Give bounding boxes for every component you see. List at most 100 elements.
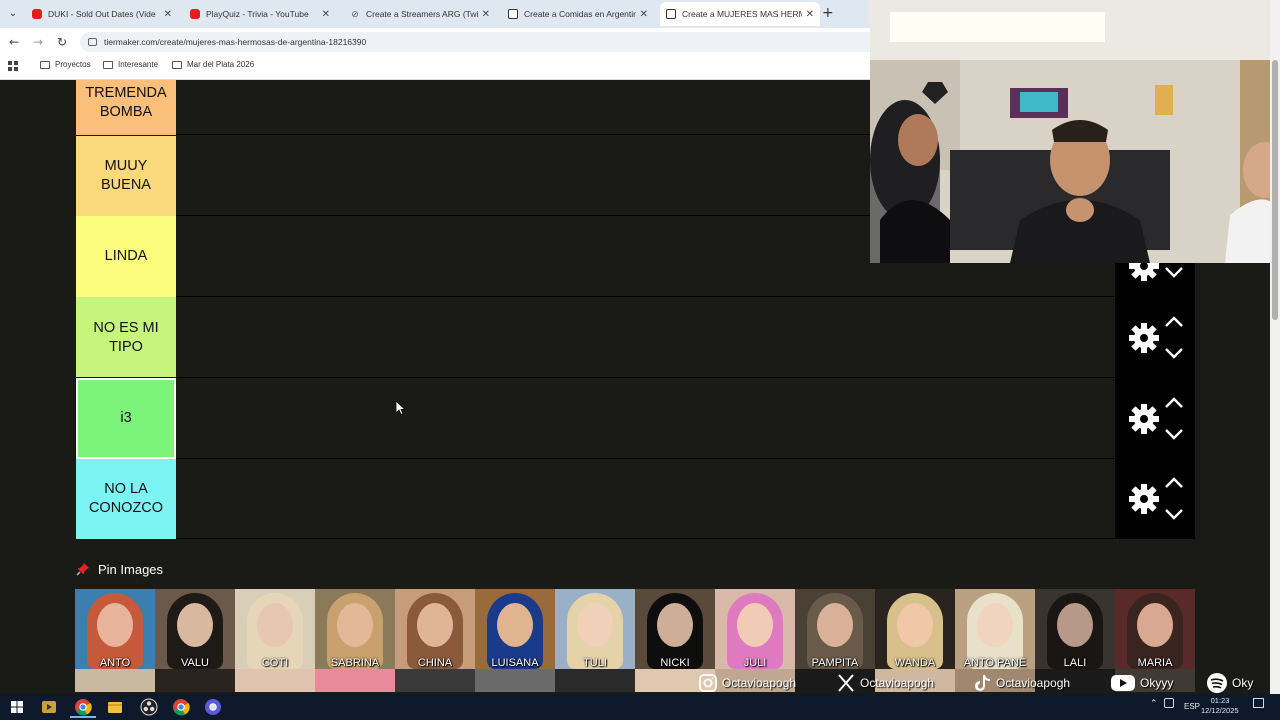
close-tab-icon[interactable]: ✕ [322, 9, 330, 20]
pin-image[interactable]: ANTO [75, 589, 155, 669]
tier-drop-zone[interactable] [176, 378, 1115, 459]
pin-image[interactable]: CHINA [395, 589, 475, 669]
portrait-face [97, 603, 133, 647]
pin-image[interactable] [315, 669, 395, 692]
pin-image-label: LUISANA [491, 657, 539, 669]
nav-bar: ← → ↻ tiermaker.com/create/mujeres-mas-h… [0, 28, 870, 56]
gear-icon[interactable] [1127, 482, 1161, 516]
pin-image[interactable] [75, 669, 155, 692]
active-app-indicator [70, 716, 96, 718]
pin-image[interactable]: SABRINA [315, 589, 395, 669]
pin-image-label: TULI [583, 657, 607, 669]
chevron-up-icon[interactable] [1163, 315, 1185, 329]
tier-label[interactable]: NO ES MI TIPO [76, 297, 176, 378]
chrome-profile-icon[interactable] [172, 698, 190, 716]
chevron-up-icon[interactable] [1163, 476, 1185, 490]
pin-image[interactable]: MARIA [1115, 589, 1195, 669]
tier-label[interactable]: i3 [75, 377, 177, 460]
pin-image[interactable]: LALI [1035, 589, 1115, 669]
browser-tab[interactable]: ⊘ Create a Streamers ARG (Twitch ✕ [344, 2, 496, 26]
new-tab-button[interactable]: + [822, 5, 834, 21]
tab-title: DUKI - Sold Out Dates (Vide [48, 9, 156, 19]
pin-image[interactable]: ANTO PANE [955, 589, 1035, 669]
url-text: tiermaker.com/create/mujeres-mas-hermosa… [104, 37, 367, 47]
forward-icon[interactable]: → [30, 34, 46, 50]
notifications-icon[interactable] [1253, 698, 1264, 708]
scrollbar-thumb[interactable] [1272, 60, 1278, 320]
close-tab-icon[interactable]: ✕ [164, 9, 172, 20]
tray-chevron-icon[interactable]: ⌃ [1150, 698, 1158, 709]
chevron-down-icon[interactable] [1163, 265, 1185, 279]
tier-label[interactable]: MUUY BUENA [76, 136, 176, 216]
social-youtube: Okyyy [1110, 672, 1173, 694]
language-indicator[interactable]: ESP [1184, 702, 1200, 711]
close-tab-icon[interactable]: ✕ [640, 9, 648, 20]
clock-date[interactable]: 12/12/2025 [1201, 706, 1239, 715]
chrome-canary-icon[interactable] [204, 698, 222, 716]
tiktok-icon [975, 675, 990, 691]
file-explorer-icon[interactable] [106, 698, 124, 716]
pin-image[interactable] [235, 669, 315, 692]
page-scrollbar[interactable] [1270, 0, 1280, 700]
portrait-face [977, 603, 1013, 647]
chevron-down-icon[interactable] [1163, 507, 1185, 521]
tier-label[interactable]: NO LA CONOZCO [76, 459, 176, 539]
close-tab-icon[interactable]: ✕ [806, 9, 814, 20]
chevron-down-icon[interactable] [1163, 346, 1185, 360]
close-tab-icon[interactable]: ✕ [482, 9, 490, 20]
tier-label[interactable]: LINDA [76, 216, 176, 297]
webcam-overlay [870, 0, 1275, 263]
windows-start-icon[interactable] [8, 698, 26, 716]
pin-image[interactable]: WANDA [875, 589, 955, 669]
site-info-icon[interactable] [88, 38, 97, 46]
pin-image[interactable]: VALU [155, 589, 235, 669]
pin-image[interactable] [395, 669, 475, 692]
browser-tab[interactable]: Create a MUJERES MAS HERMO ✕ [660, 2, 820, 26]
browser-tab[interactable]: Create a Comidas en Argentina ✕ [502, 2, 654, 26]
pin-image[interactable] [155, 669, 235, 692]
tab-search-chevron-icon[interactable]: ⌄ [4, 5, 22, 23]
mouse-cursor-icon [396, 401, 406, 415]
tier-label[interactable]: TREMENDA BOMBA [76, 80, 176, 135]
bookmark-proyectos[interactable]: Proyectos [40, 60, 91, 69]
pin-image-label: ANTO [99, 657, 131, 669]
pin-image-label: SABRINA [330, 657, 380, 669]
bookmark-interesante[interactable]: Interesante [103, 60, 158, 69]
gear-icon[interactable] [1127, 321, 1161, 355]
twitch-icon: ⊘ [351, 9, 359, 19]
media-app-icon[interactable] [40, 698, 58, 716]
tab-title: Create a Streamers ARG (Twitch [366, 9, 478, 19]
browser-tab[interactable]: DUKI - Sold Out Dates (Vide ✕ [26, 2, 178, 26]
pin-image[interactable]: COTI [235, 589, 315, 669]
pin-image[interactable]: JULI [715, 589, 795, 669]
tab-title: Create a Comidas en Argentina [524, 9, 636, 19]
pin-image[interactable]: TULI [555, 589, 635, 669]
obs-icon[interactable] [140, 698, 158, 716]
portrait-face [1137, 603, 1173, 647]
pin-image-label: MARIA [1137, 657, 1173, 669]
portrait-face [897, 603, 933, 647]
address-bar[interactable]: tiermaker.com/create/mujeres-mas-hermosa… [80, 32, 870, 52]
tier-drop-zone[interactable] [176, 297, 1115, 378]
browser-tab[interactable]: PlayQuiz - Trivia - YouTube ✕ [184, 2, 336, 26]
tiermaker-icon [508, 9, 518, 19]
pin-image[interactable]: NICKI [635, 589, 715, 669]
tier-drop-zone[interactable] [176, 459, 1115, 539]
folder-icon [172, 60, 182, 69]
portrait-face [817, 603, 853, 647]
reload-icon[interactable]: ↻ [54, 34, 70, 50]
pin-image[interactable]: LUISANA [475, 589, 555, 669]
apps-grid-icon[interactable] [8, 61, 18, 71]
chevron-down-icon[interactable] [1163, 427, 1185, 441]
pin-image[interactable] [555, 669, 635, 692]
back-icon[interactable]: ← [6, 34, 22, 50]
pin-image[interactable]: PAMPITA [795, 589, 875, 669]
clock-time[interactable]: 01:23 [1203, 696, 1237, 705]
network-icon[interactable] [1164, 698, 1174, 708]
pin-image[interactable] [475, 669, 555, 692]
social-tiktok: Octavioapogh [974, 672, 1070, 694]
chrome-icon[interactable] [74, 698, 92, 716]
chevron-up-icon[interactable] [1163, 396, 1185, 410]
gear-icon[interactable] [1127, 402, 1161, 436]
bookmark-mar-del-plata[interactable]: Mar del Plata 2026 [172, 60, 254, 69]
